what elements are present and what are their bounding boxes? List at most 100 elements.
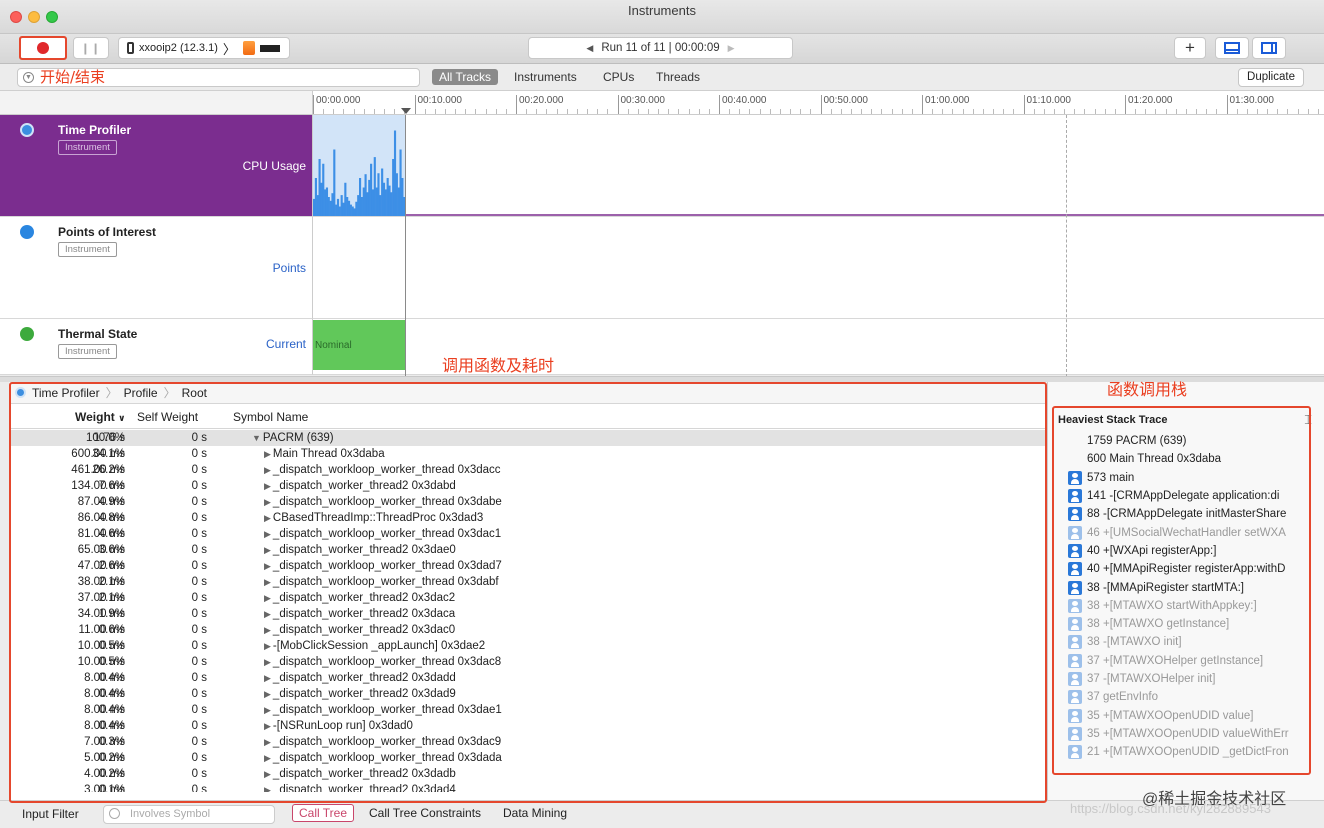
cpu-sample-bar	[338, 206, 341, 216]
scope-threads[interactable]: Threads	[656, 70, 700, 84]
ruler-minor-tick	[1084, 109, 1086, 114]
pause-icon: ❙❙	[80, 42, 102, 55]
cpu-sample-bar	[393, 130, 397, 216]
ruler-minor-tick	[830, 109, 832, 114]
target-device-selector[interactable]: xxooip2 (12.3.1) 〉	[118, 37, 290, 59]
cpu-sample-bar	[371, 189, 375, 216]
ruler-minor-tick	[658, 109, 660, 114]
toggle-detail-area-button[interactable]	[1215, 37, 1249, 59]
call-tree-constraints-tab[interactable]: Call Tree Constraints	[369, 806, 481, 820]
cpu-sample-bar	[370, 163, 373, 216]
cpu-sample-bar	[340, 195, 343, 216]
ruler-minor-tick	[1165, 109, 1167, 114]
ruler-minor-tick	[942, 109, 944, 114]
cpu-sample-bar	[316, 195, 319, 216]
bottom-panel-icon	[1224, 42, 1240, 54]
track-thermal-state[interactable]: Thermal State Instrument Current	[0, 319, 313, 375]
record-highlight-box	[19, 36, 67, 60]
ruler-minor-tick	[881, 109, 883, 114]
ruler-minor-tick	[1256, 109, 1258, 114]
ruler-minor-tick	[444, 109, 446, 114]
start-stop-annotation: 开始/结束	[40, 68, 106, 86]
call-tree-tab[interactable]: Call Tree	[292, 804, 355, 822]
ruler-minor-tick	[363, 109, 365, 114]
filter-icon	[109, 808, 120, 819]
data-mining-tab[interactable]: Data Mining	[503, 806, 567, 820]
scope-all-tracks[interactable]: All Tracks	[432, 69, 499, 85]
filter-icon: ▼	[23, 72, 34, 83]
ruler-minor-tick	[962, 109, 964, 114]
ruler-minor-tick	[840, 109, 842, 114]
track-name: Time Profiler	[58, 123, 132, 137]
run-navigator[interactable]: ◀ Run 11 of 11 | 00:00:09 ▶	[528, 37, 793, 59]
points-lane[interactable]	[313, 217, 1324, 319]
cpu-sample-bar	[355, 201, 358, 216]
scope-cpus[interactable]: CPUs	[603, 70, 634, 84]
ruler-minor-tick	[505, 109, 507, 114]
ruler-minor-tick	[993, 109, 995, 114]
toolbar: ❙❙ xxooip2 (12.3.1) 〉 ◀ Run 11 of 11 | 0…	[0, 34, 1324, 64]
app-name-redacted	[259, 44, 280, 52]
ruler-minor-tick	[769, 109, 771, 114]
cpu-sample-bar	[373, 157, 376, 216]
ruler-minor-tick	[1267, 109, 1269, 114]
iphone-icon	[127, 42, 134, 54]
call-tree-highlight-box	[9, 382, 1047, 803]
next-run-icon[interactable]: ▶	[728, 43, 735, 54]
ruler-minor-tick	[526, 109, 528, 114]
track-points-of-interest[interactable]: Points of Interest Instrument Points	[0, 217, 313, 319]
ruler-minor-tick	[698, 109, 700, 114]
ruler-header	[0, 91, 313, 115]
ruler-minor-tick	[1043, 109, 1045, 114]
ruler-minor-tick	[982, 109, 984, 114]
thermal-nominal-bar: Nominal	[313, 320, 405, 370]
cpu-sample-bar	[353, 208, 356, 216]
ruler-minor-tick	[1053, 109, 1055, 114]
symbol-filter-placeholder: Involves Symbol	[130, 808, 211, 820]
cpu-sample-bar	[313, 198, 316, 216]
ruler-minor-tick	[1307, 109, 1309, 114]
instrument-badge: Instrument	[58, 242, 117, 257]
ruler-minor-tick	[810, 109, 812, 114]
cpu-sample-bar	[390, 192, 393, 216]
ruler-minor-tick	[1246, 109, 1248, 114]
ruler-minor-tick	[1175, 109, 1177, 114]
timeline-ruler[interactable]: 00:00.000 00:10.000 00:20.000 00:30.000 00:4…	[313, 91, 1324, 115]
symbol-filter-field[interactable]: Involves Symbol	[103, 805, 275, 824]
pause-button[interactable]: ❙❙	[73, 37, 109, 59]
stack-annotation: 函数调用栈	[1107, 380, 1188, 399]
cpu-sample-bar	[392, 159, 395, 216]
previous-run-icon[interactable]: ◀	[586, 43, 593, 54]
scope-instruments[interactable]: Instruments	[514, 70, 577, 84]
inspection-head-handle[interactable]	[401, 108, 411, 114]
ruler-minor-tick	[932, 109, 934, 114]
ruler-minor-tick	[1135, 109, 1137, 114]
duplicate-button[interactable]: Duplicate	[1238, 68, 1304, 87]
track-name: Thermal State	[58, 327, 138, 341]
cpu-sample-bar	[364, 174, 367, 216]
ruler-minor-tick	[871, 109, 873, 114]
track-name: Points of Interest	[58, 225, 157, 239]
track-time-profiler[interactable]: Time Profiler Instrument CPU Usage	[0, 115, 313, 217]
cpu-sample-bar	[331, 193, 334, 216]
instrument-badge: Instrument	[58, 140, 117, 155]
run-end-marker	[1066, 115, 1067, 377]
cpu-sample-bar	[399, 149, 402, 216]
ruler-minor-tick	[749, 109, 751, 114]
cpu-sample-bar	[336, 198, 340, 216]
instrument-badge: Instrument	[58, 344, 117, 359]
cpu-sample-bar	[366, 192, 369, 216]
ruler-minor-tick	[566, 109, 568, 114]
cpu-sample-bar	[324, 189, 327, 216]
toggle-inspector-button[interactable]	[1252, 37, 1286, 59]
cpu-usage-lane[interactable]	[313, 115, 1324, 217]
add-instrument-button[interactable]: +	[1174, 37, 1206, 59]
ruler-minor-tick	[1013, 109, 1015, 114]
cpu-sample-bar	[347, 200, 351, 216]
cpu-sample-bar	[333, 149, 336, 216]
cpu-sample-bar	[351, 206, 354, 216]
ruler-minor-tick	[1297, 109, 1299, 114]
ruler-minor-tick	[434, 109, 436, 114]
ruler-minor-tick	[546, 109, 548, 114]
stack-highlight-box	[1052, 406, 1311, 775]
